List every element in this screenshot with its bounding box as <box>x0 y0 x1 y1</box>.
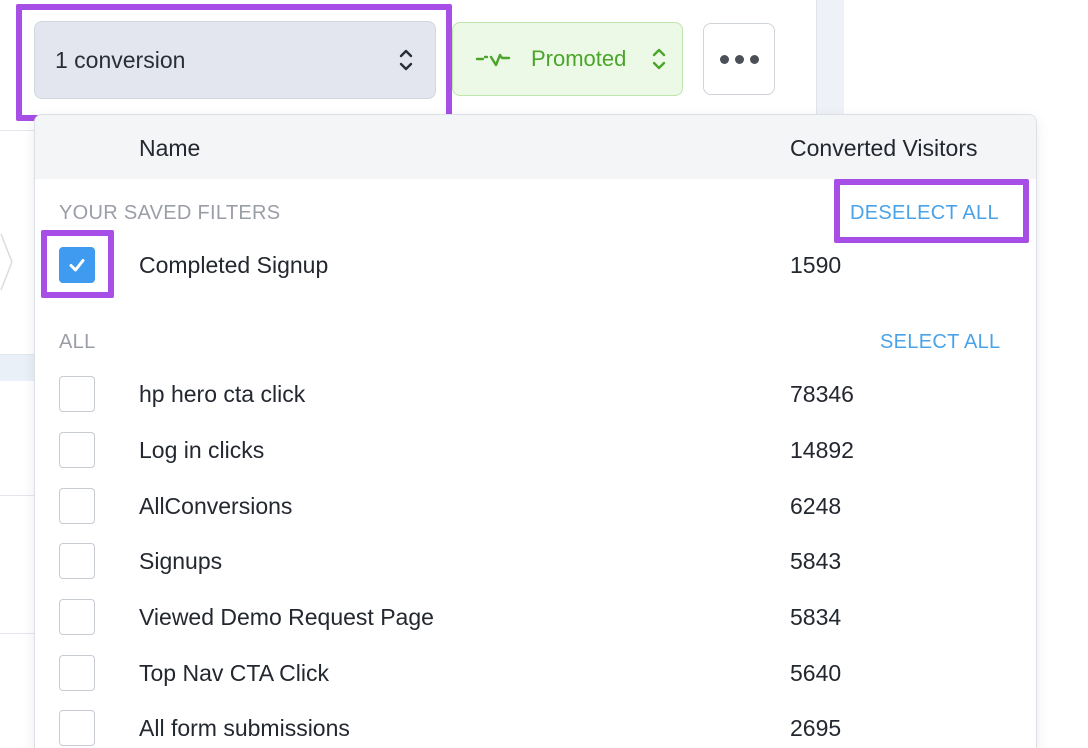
list-item[interactable]: Log in clicks 14892 <box>35 425 1036 475</box>
checkbox[interactable] <box>59 710 95 746</box>
checkbox[interactable] <box>59 543 95 579</box>
background-band <box>0 355 36 381</box>
item-name: Signups <box>139 548 223 574</box>
highlight-box-checkbox <box>41 230 114 298</box>
checkbox[interactable] <box>59 599 95 635</box>
list-item[interactable]: Completed Signup 1590 <box>35 240 1036 290</box>
background-divider <box>0 633 36 634</box>
ellipsis-icon <box>719 54 729 64</box>
background-divider <box>0 495 36 496</box>
promoted-label: Promoted <box>531 46 627 71</box>
checkbox[interactable] <box>59 376 95 412</box>
ellipsis-icon <box>734 54 744 64</box>
highlight-box-deselect-all <box>834 179 1029 243</box>
item-count: 5834 <box>790 604 842 630</box>
item-name: Viewed Demo Request Page <box>139 604 434 630</box>
promoted-select[interactable]: Promoted <box>452 22 683 96</box>
item-count: 5843 <box>790 548 842 574</box>
list-item[interactable]: Viewed Demo Request Page 5834 <box>35 592 1036 642</box>
ellipsis-icon <box>749 54 759 64</box>
item-name: Log in clicks <box>139 437 265 463</box>
item-name: Top Nav CTA Click <box>139 660 330 686</box>
item-name: hp hero cta click <box>139 381 306 407</box>
up-down-chevron-icon <box>397 45 415 75</box>
checkbox[interactable] <box>59 655 95 691</box>
saved-filters-section-label: YOUR SAVED FILTERS <box>59 202 281 224</box>
item-count: 1590 <box>790 252 842 278</box>
item-count: 14892 <box>790 437 854 463</box>
select-all-button[interactable]: SELECT ALL <box>880 331 1000 354</box>
item-count: 5640 <box>790 660 842 686</box>
column-header-name: Name <box>139 135 201 161</box>
list-item[interactable]: Signups 5843 <box>35 536 1036 586</box>
checkbox[interactable] <box>59 488 95 524</box>
item-count: 78346 <box>790 381 854 407</box>
list-item[interactable]: AllConversions 6248 <box>35 481 1036 531</box>
list-item[interactable]: Top Nav CTA Click 5640 <box>35 648 1036 698</box>
up-down-chevron-icon <box>650 44 668 74</box>
more-options-button[interactable] <box>703 23 775 95</box>
all-section-label: ALL <box>59 331 96 353</box>
sparkline-icon <box>475 49 515 69</box>
item-count: 6248 <box>790 493 842 519</box>
list-item[interactable]: All form submissions 2695 <box>35 703 1036 748</box>
dropdown-header: Name Converted Visitors <box>35 115 1036 179</box>
item-name: Completed Signup <box>139 252 329 278</box>
background-chevron-icon <box>0 233 13 291</box>
checkbox[interactable] <box>59 432 95 468</box>
item-count: 2695 <box>790 715 842 741</box>
item-name: AllConversions <box>139 493 293 519</box>
item-name: All form submissions <box>139 715 350 741</box>
conversion-select[interactable]: 1 conversion <box>34 21 436 99</box>
list-item[interactable]: hp hero cta click 78346 <box>35 369 1036 419</box>
column-header-converted-visitors: Converted Visitors <box>790 135 978 161</box>
conversion-select-label: 1 conversion <box>55 46 186 73</box>
